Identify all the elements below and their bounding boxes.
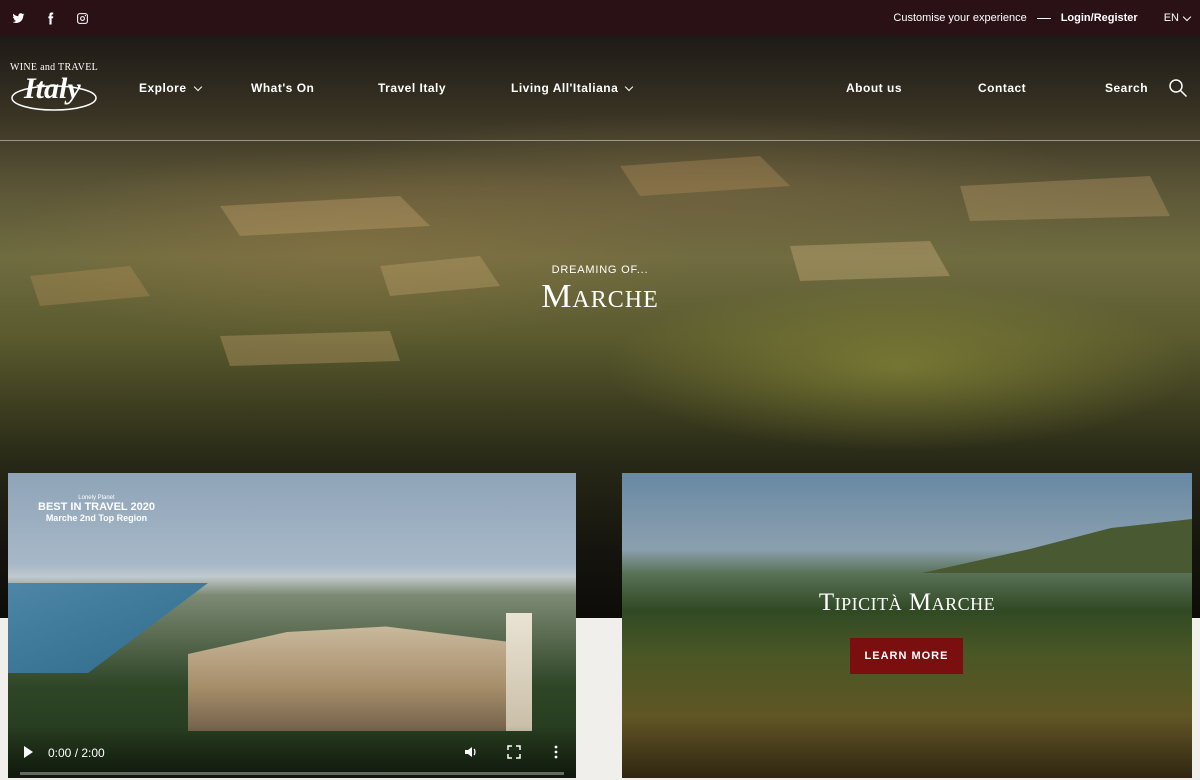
site-logo[interactable]: WINE and TRAVEL Italy <box>10 62 102 118</box>
chevron-down-icon <box>193 82 202 91</box>
promo-title: Tipicità Marche <box>818 589 996 616</box>
video-controls: 0:00 / 2:00 <box>8 726 576 778</box>
chevron-down-icon <box>625 82 634 91</box>
nav-contact[interactable]: Contact <box>978 81 1026 95</box>
fullscreen-icon[interactable] <box>506 744 522 760</box>
video-scene-sea <box>8 583 208 673</box>
nav-label: Living All'Italiana <box>511 81 619 95</box>
nav-search[interactable]: Search <box>1105 81 1148 95</box>
chevron-down-icon <box>1182 12 1192 21</box>
video-time: 0:00 / 2:00 <box>48 746 105 760</box>
main-navigation: WINE and TRAVEL Italy Explore What's On … <box>0 36 1200 141</box>
facebook-icon[interactable] <box>43 11 57 25</box>
nav-label: What's On <box>251 81 315 95</box>
nav-label: Search <box>1105 81 1149 95</box>
hero-title: Marche <box>541 278 659 315</box>
video-scene-town <box>188 626 518 731</box>
play-icon[interactable] <box>24 746 33 758</box>
nav-label: Contact <box>978 81 1027 95</box>
promo-card: Tipicità Marche LEARN MORE <box>622 473 1192 778</box>
customise-link[interactable]: Customise your experience <box>893 12 1026 24</box>
nav-travel-italy[interactable]: Travel Italy <box>378 81 446 95</box>
twitter-icon[interactable] <box>11 11 25 25</box>
video-progress-bar[interactable] <box>20 772 564 775</box>
search-icon[interactable] <box>1168 78 1188 98</box>
nav-about-us[interactable]: About us <box>846 81 902 95</box>
divider <box>1036 17 1051 19</box>
nav-living-allitaliana[interactable]: Living All'Italiana <box>511 81 634 95</box>
more-options-icon[interactable] <box>548 744 564 760</box>
video-player[interactable]: Lonely Planet BEST IN TRAVEL 2020 Marche… <box>8 473 576 778</box>
nav-explore[interactable]: Explore <box>139 81 202 95</box>
language-selector[interactable]: EN <box>1163 12 1192 24</box>
badge-subtitle: Marche 2nd Top Region <box>45 513 148 523</box>
video-badge: Lonely Planet BEST IN TRAVEL 2020 Marche… <box>38 495 155 523</box>
login-register-link[interactable]: Login/Register <box>1061 12 1138 24</box>
learn-more-button[interactable]: LEARN MORE <box>850 638 963 674</box>
nav-label: About us <box>846 81 902 95</box>
language-label: EN <box>1163 12 1179 24</box>
social-links <box>11 11 89 25</box>
logo-text-big: Italy <box>24 72 81 105</box>
top-bar: Customise your experience Login/Register… <box>0 0 1200 36</box>
badge-title: BEST IN TRAVEL 2020 <box>38 501 155 513</box>
volume-icon[interactable] <box>463 744 479 760</box>
nav-whats-on[interactable]: What's On <box>251 81 314 95</box>
hero-kicker: DREAMING OF... <box>551 264 649 276</box>
instagram-icon[interactable] <box>75 11 89 25</box>
nav-label: Explore <box>139 81 187 95</box>
promo-overlay <box>622 473 1192 778</box>
video-scene-tower <box>506 613 532 731</box>
nav-label: Travel Italy <box>378 81 447 95</box>
